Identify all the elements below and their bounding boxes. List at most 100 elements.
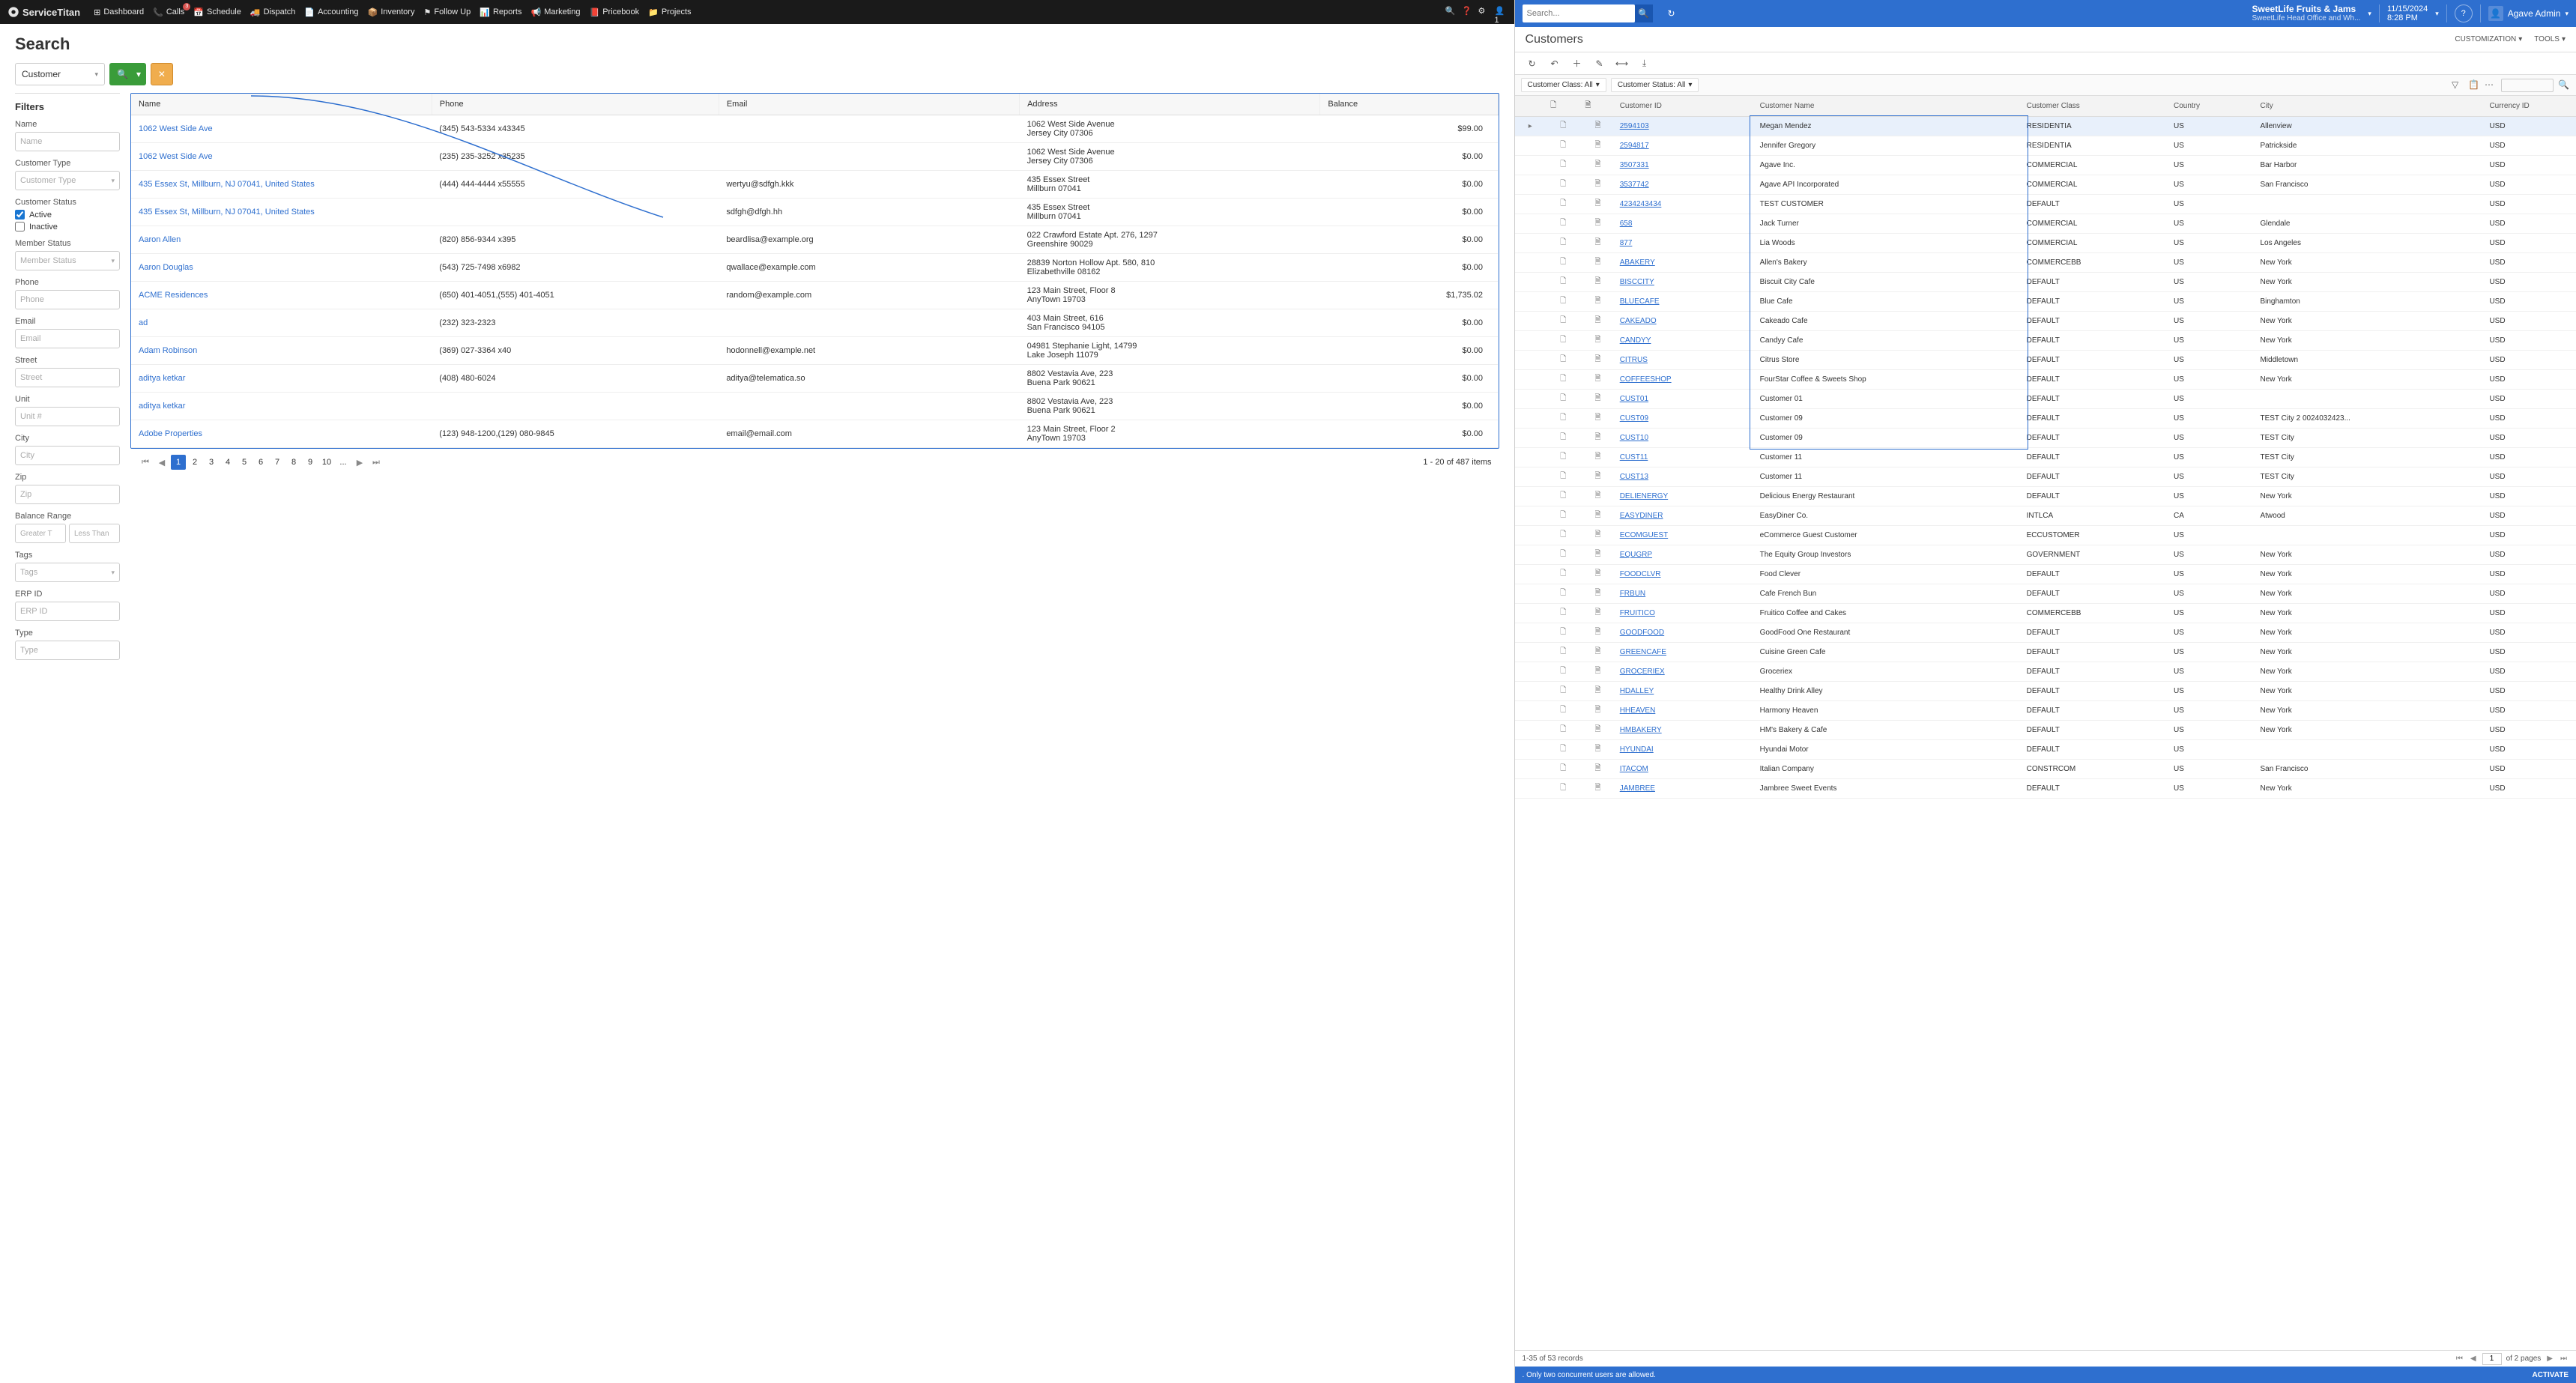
customer-id-link[interactable]: 3507331 [1615, 156, 1756, 175]
filter-balance-lt[interactable]: Less Than [69, 524, 120, 543]
customer-id-link[interactable]: HYUNDAI [1615, 740, 1756, 760]
add-icon[interactable]: ＋ [1570, 57, 1584, 70]
undo-icon[interactable]: ↶ [1548, 57, 1561, 70]
col-balance[interactable]: Balance [1320, 94, 1498, 115]
customer-id-link[interactable]: CANDYY [1615, 331, 1756, 351]
customer-id-link[interactable]: HHEAVEN [1615, 701, 1756, 721]
filter-unit[interactable]: Unit # [15, 407, 120, 426]
customer-id-link[interactable]: EASYDINER [1615, 506, 1756, 526]
customer-id-link[interactable]: CAKEADO [1615, 312, 1756, 331]
grid-row[interactable]: 🗋🗎HDALLEYHealthy Drink AlleyDEFAULTUSNew… [1515, 682, 2576, 701]
nav-follow-up[interactable]: ⚑Follow Up [419, 4, 475, 20]
table-row[interactable]: Adobe Properties(123) 948-1200,(129) 080… [131, 420, 1498, 448]
table-row[interactable]: Adam Robinson(369) 027-3364 x40hodonnell… [131, 337, 1498, 365]
nav-pricebook[interactable]: 📕Pricebook [584, 4, 644, 20]
grid-row[interactable]: 🗋🗎ITACOMItalian CompanyCONSTRCOMUSSan Fr… [1515, 760, 2576, 779]
grid-row[interactable]: 🗋🗎GREENCAFECuisine Green CafeDEFAULTUSNe… [1515, 643, 2576, 662]
grid-row[interactable]: 🗋🗎BISCCITYBiscuit City CafeDEFAULTUSNew … [1515, 273, 2576, 292]
page-nav[interactable]: ⏭ [369, 455, 384, 470]
ac-search-input[interactable] [1523, 4, 1635, 22]
refresh-icon[interactable]: ↻ [1660, 2, 1683, 25]
grid-row[interactable]: 🗋🗎HYUNDAIHyundai MotorDEFAULTUSUSD [1515, 740, 2576, 760]
grid-row[interactable]: 🗋🗎2594817Jennifer GregoryRESIDENTIAUSPat… [1515, 136, 2576, 156]
grid-row[interactable]: 🗋🗎COFFEESHOPFourStar Coffee & Sweets Sho… [1515, 370, 2576, 390]
nav-inventory[interactable]: 📦Inventory [363, 4, 420, 20]
clipboard-icon[interactable]: 📋 [2468, 79, 2480, 91]
page-6[interactable]: 6 [253, 455, 268, 470]
grid-row[interactable]: 🗋🗎658Jack TurnerCOMMERCIALUSGlendaleUSD [1515, 214, 2576, 234]
refresh-tool-icon[interactable]: ↻ [1526, 57, 1539, 70]
customer-id-link[interactable]: 4234243434 [1615, 195, 1756, 214]
grid-row[interactable]: ▸🗋🗎2594103Megan MendezRESIDENTIAUSAllenv… [1515, 117, 2576, 136]
nav-projects[interactable]: 📁Projects [644, 4, 695, 20]
grid-search-icon[interactable]: 🔍 [2558, 79, 2570, 91]
grid-row[interactable]: 🗋🗎DELIENERGYDelicious Energy RestaurantD… [1515, 487, 2576, 506]
page-9[interactable]: 9 [303, 455, 318, 470]
page-7[interactable]: 7 [270, 455, 285, 470]
nav-calls[interactable]: 📞Calls3 [148, 4, 189, 20]
page-nav[interactable]: ◀ [154, 455, 169, 470]
col-country[interactable]: Country [2169, 96, 2256, 117]
filter-tags[interactable]: Tags▾ [15, 563, 120, 582]
grid-row[interactable]: 🗋🗎CAKEADOCakeado CafeDEFAULTUSNew YorkUS… [1515, 312, 2576, 331]
filter-customer-class[interactable]: Customer Class: All ▾ [1521, 78, 1606, 92]
grid-row[interactable]: 🗋🗎CANDYYCandyy CafeDEFAULTUSNew YorkUSD [1515, 331, 2576, 351]
search-dropdown-button[interactable]: ▾ [131, 63, 146, 85]
company-selector[interactable]: SweetLife Fruits & Jams SweetLife Head O… [2252, 4, 2361, 22]
filter-zip[interactable]: Zip [15, 485, 120, 504]
customer-id-link[interactable]: CUST11 [1615, 448, 1756, 467]
search-icon[interactable]: 🔍 [1445, 6, 1457, 18]
table-row[interactable]: Aaron Douglas(543) 725-7498 x6982qwallac… [131, 254, 1498, 282]
grid-row[interactable]: 🗋🗎HHEAVENHarmony HeavenDEFAULTUSNew York… [1515, 701, 2576, 721]
filter-phone[interactable]: Phone [15, 290, 120, 309]
business-date[interactable]: 11/15/2024 8:28 PM [2387, 4, 2428, 22]
filter-email[interactable]: Email [15, 329, 120, 348]
customer-id-link[interactable]: DELIENERGY [1615, 487, 1756, 506]
customer-id-link[interactable]: HDALLEY [1615, 682, 1756, 701]
grid-row[interactable]: 🗋🗎ABAKERYAllen's BakeryCOMMERCEBBUSNew Y… [1515, 253, 2576, 273]
customer-id-link[interactable]: 3537742 [1615, 175, 1756, 195]
grid-row[interactable]: 🗋🗎CUST09Customer 09DEFAULTUSTEST City 2 … [1515, 409, 2576, 429]
page-5[interactable]: 5 [237, 455, 252, 470]
customer-id-link[interactable]: ITACOM [1615, 760, 1756, 779]
help-icon[interactable]: ? [2455, 4, 2473, 22]
page-...[interactable]: ... [336, 455, 351, 470]
table-row[interactable]: aditya ketkar8802 Vestavia Ave, 223Buena… [131, 393, 1498, 420]
customer-id-link[interactable]: HMBAKERY [1615, 721, 1756, 740]
col-customer-class[interactable]: Customer Class [2022, 96, 2169, 117]
filter-name-input[interactable]: Name [15, 132, 120, 151]
grid-row[interactable]: 🗋🗎JAMBREEJambree Sweet EventsDEFAULTUSNe… [1515, 779, 2576, 799]
customer-id-link[interactable]: 2594817 [1615, 136, 1756, 156]
customer-id-link[interactable]: BLUECAFE [1615, 292, 1756, 312]
filter-status-active[interactable]: Active [15, 210, 120, 220]
grid-row[interactable]: 🗋🗎CUST13Customer 11DEFAULTUSTEST CityUSD [1515, 467, 2576, 487]
grid-row[interactable]: 🗋🗎HMBAKERYHM's Bakery & CafeDEFAULTUSNew… [1515, 721, 2576, 740]
avatar-icon[interactable]: 👤1 [1495, 6, 1507, 18]
more-icon[interactable]: ⋯ [2485, 79, 2497, 91]
customer-id-link[interactable]: CITRUS [1615, 351, 1756, 370]
filter-street[interactable]: Street [15, 368, 120, 387]
grid-row[interactable]: 🗋🗎EQUGRPThe Equity Group InvestorsGOVERN… [1515, 545, 2576, 565]
col-address[interactable]: Address [1020, 94, 1320, 115]
grid-row[interactable]: 🗋🗎877Lia WoodsCOMMERCIALUSLos AngelesUSD [1515, 234, 2576, 253]
nav-dispatch[interactable]: 🚚Dispatch [246, 4, 300, 20]
customization-link[interactable]: CUSTOMIZATION ▾ [2455, 35, 2522, 43]
tools-link[interactable]: TOOLS ▾ [2534, 35, 2566, 43]
grid-row[interactable]: 🗋🗎3507331Agave Inc.COMMERCIALUSBar Harbo… [1515, 156, 2576, 175]
filter-customer-status[interactable]: Customer Status: All ▾ [1611, 78, 1699, 92]
filter-member-status[interactable]: Member Status▾ [15, 251, 120, 270]
filter-balance-gt[interactable]: Greater T [15, 524, 66, 543]
page-10[interactable]: 10 [319, 455, 334, 470]
prev-page-button[interactable]: ◀ [2469, 1355, 2478, 1363]
table-row[interactable]: ad(232) 323-2323403 Main Street, 616San … [131, 309, 1498, 337]
clear-button[interactable]: ✕ [151, 63, 173, 85]
col-city[interactable]: City [2255, 96, 2485, 117]
customer-id-link[interactable]: COFFEESHOP [1615, 370, 1756, 390]
page-2[interactable]: 2 [187, 455, 202, 470]
table-row[interactable]: 435 Essex St, Millburn, NJ 07041, United… [131, 171, 1498, 199]
activate-button[interactable]: ACTIVATE [2532, 1371, 2569, 1379]
nav-marketing[interactable]: 📢Marketing [526, 4, 584, 20]
grid-row[interactable]: 🗋🗎CITRUSCitrus StoreDEFAULTUSMiddletownU… [1515, 351, 2576, 370]
page-number-input[interactable] [2482, 1353, 2502, 1365]
col-name[interactable]: Name [131, 94, 432, 115]
